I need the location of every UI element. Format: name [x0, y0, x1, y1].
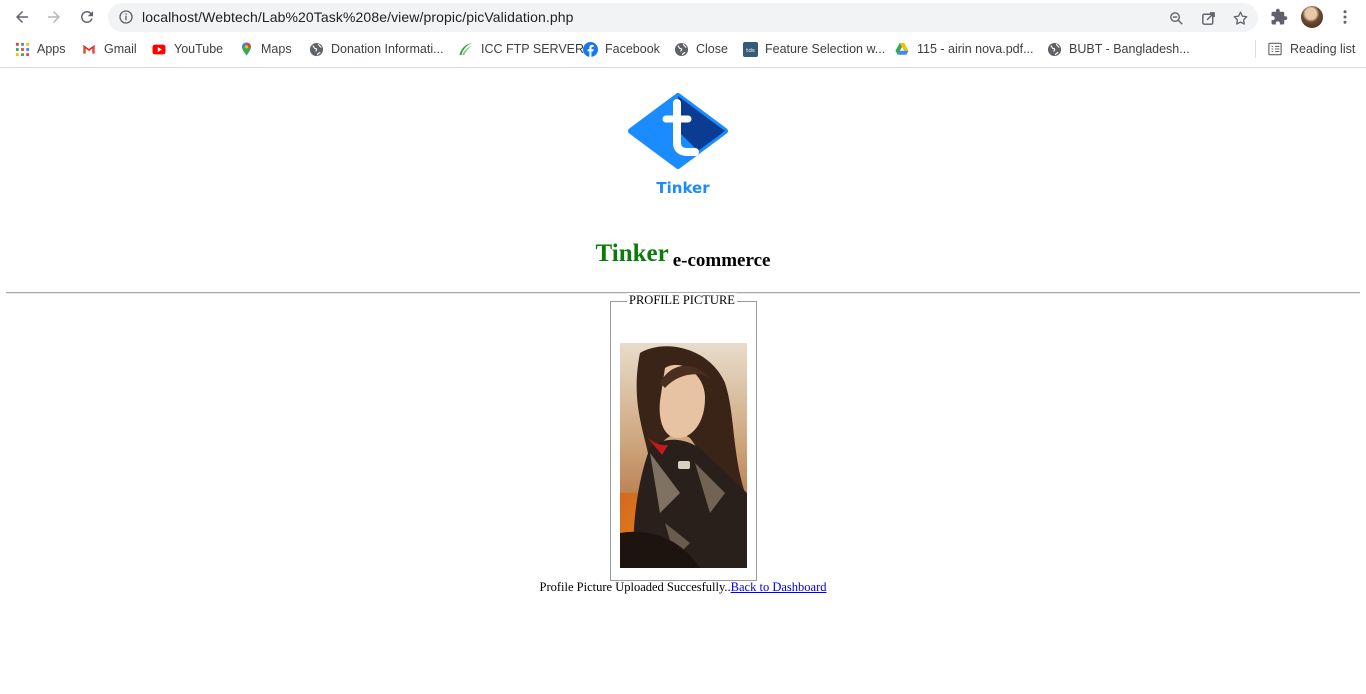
profile-picture-legend: PROFILE PICTURE — [627, 293, 737, 308]
reload-button[interactable] — [75, 5, 99, 29]
bookmark-label: YouTube — [174, 42, 224, 56]
bookmarks-divider — [1255, 40, 1256, 58]
bookmark-label: Donation Informati... — [331, 42, 444, 56]
share-button[interactable] — [1199, 9, 1217, 27]
bookmark-youtube[interactable]: YouTube — [151, 39, 223, 59]
upload-success-message: Profile Picture Uploaded Succesfully.. — [539, 580, 731, 594]
tds-icon: tds — [742, 41, 758, 57]
back-to-dashboard-link[interactable]: Back to Dashboard — [731, 580, 827, 594]
back-button[interactable] — [10, 5, 34, 29]
zoom-out-icon — [1169, 11, 1183, 25]
address-bar[interactable]: localhost/Webtech/Lab%20Task%208e/view/p… — [108, 3, 1258, 32]
bookmark-label: BUBT - Bangladesh... — [1069, 42, 1190, 56]
bookmark-star-button[interactable] — [1231, 9, 1249, 27]
bookmark-close[interactable]: Close — [673, 39, 728, 59]
globe-icon — [673, 41, 689, 57]
brand-subtitle: e-commerce — [672, 250, 771, 271]
bookmark-label: Close — [696, 42, 728, 56]
bookmark-drive-pdf[interactable]: 115 - airin nova.pdf... — [894, 39, 1034, 59]
bookmark-label: 115 - airin nova.pdf... — [917, 42, 1034, 56]
youtube-icon — [151, 41, 167, 57]
extensions-button[interactable] — [1269, 7, 1289, 27]
bookmark-bubt[interactable]: BUBT - Bangladesh... — [1046, 39, 1190, 59]
globe-icon — [308, 41, 324, 57]
facebook-icon — [582, 41, 598, 57]
browser-toolbar: localhost/Webtech/Lab%20Task%208e/view/p… — [0, 0, 1366, 34]
bookmark-label: Apps — [37, 42, 66, 56]
arrow-left-icon — [16, 11, 28, 23]
star-icon — [1233, 10, 1247, 25]
arrow-right-icon — [48, 11, 60, 23]
reading-list-icon — [1267, 41, 1283, 57]
reload-icon — [80, 10, 93, 23]
bookmark-label: Gmail — [104, 42, 137, 56]
svg-text:tds: tds — [746, 47, 755, 53]
google-drive-icon — [894, 41, 910, 57]
bookmark-label: Maps — [261, 42, 292, 56]
bookmark-donation[interactable]: Donation Informati... — [308, 39, 444, 59]
kebab-menu-icon — [1343, 10, 1347, 24]
zoom-button[interactable] — [1167, 9, 1185, 27]
bookmarks-bar: Apps Gmail YouTube Maps Donation Informa… — [0, 36, 1366, 62]
logo-wordmark: Tinker — [656, 179, 710, 197]
globe-icon — [1046, 41, 1062, 57]
status-message-row: Profile Picture Uploaded Succesfully..Ba… — [0, 580, 1366, 595]
bookmark-icc-ftp[interactable]: ICC FTP SERVER — [458, 39, 584, 59]
bookmark-maps[interactable]: Maps — [238, 39, 292, 59]
gmail-icon — [81, 41, 97, 57]
info-icon[interactable] — [118, 9, 134, 25]
bookmark-gmail[interactable]: Gmail — [81, 39, 137, 59]
menu-button[interactable] — [1335, 7, 1355, 27]
profile-picture-image — [620, 343, 747, 568]
bookmark-facebook[interactable]: Facebook — [582, 39, 660, 59]
icc-leaf-icon — [458, 41, 474, 57]
bookmark-label: Feature Selection w... — [765, 42, 886, 56]
page-title: Tinker e-commerce — [0, 240, 1366, 271]
bookmark-feature-selection[interactable]: tds Feature Selection w... — [742, 39, 885, 59]
reading-list-label: Reading list — [1290, 42, 1356, 56]
reading-list-button[interactable]: Reading list — [1267, 39, 1355, 59]
tinker-logo: Tinker — [628, 92, 728, 200]
brand-title: Tinker — [595, 240, 669, 267]
url-text[interactable]: localhost/Webtech/Lab%20Task%208e/view/p… — [142, 9, 574, 25]
profile-avatar[interactable] — [1301, 6, 1323, 28]
browser-content-divider — [0, 67, 1366, 68]
forward-button[interactable] — [42, 5, 66, 29]
apps-grid-icon — [14, 41, 30, 57]
bookmark-label: Facebook — [605, 42, 660, 56]
maps-pin-icon — [238, 41, 254, 57]
share-icon — [1201, 11, 1215, 25]
bookmark-label: ICC FTP SERVER — [481, 42, 585, 56]
bookmark-apps[interactable]: Apps — [14, 39, 66, 59]
puzzle-icon — [1271, 8, 1288, 25]
